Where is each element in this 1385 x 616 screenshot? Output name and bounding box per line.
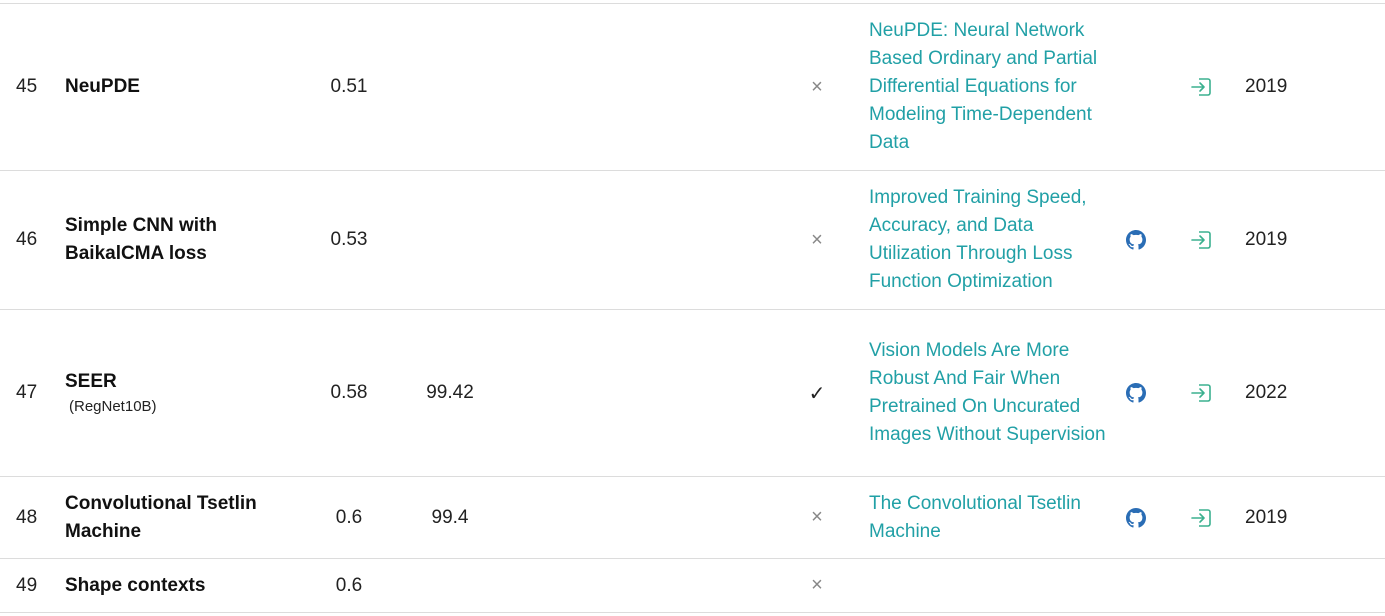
model-name: NeuPDE	[65, 76, 140, 97]
extra-data-no-icon: ×	[811, 574, 823, 596]
model-name: Shape contexts	[65, 574, 206, 596]
year-cell: 2019	[1245, 506, 1288, 528]
github-icon[interactable]	[1121, 477, 1151, 558]
table-row: 49 Shape contexts 0.6 ×	[0, 558, 1385, 613]
accuracy-cell	[410, 171, 490, 309]
results-icon[interactable]	[1187, 310, 1215, 476]
model-cell: NeuPDE	[65, 4, 305, 170]
rank-cell: 47	[16, 382, 38, 403]
model-cell: Simple CNN with BaikalCMA loss	[65, 171, 305, 309]
paper-cell	[869, 559, 1109, 612]
accuracy-cell	[410, 4, 490, 170]
table-row: 45 NeuPDE 0.51 × NeuPDE: Neural Network …	[0, 3, 1385, 170]
paper-cell: Improved Training Speed, Accuracy, and D…	[869, 171, 1109, 309]
paper-cell: Vision Models Are More Robust And Fair W…	[869, 310, 1109, 476]
paper-link[interactable]: Vision Models Are More Robust And Fair W…	[869, 337, 1109, 449]
rank-cell: 49	[16, 574, 38, 596]
model-cell: Convolutional Tsetlin Machine	[65, 477, 305, 558]
paper-cell: NeuPDE: Neural Network Based Ordinary an…	[869, 4, 1109, 170]
paper-link[interactable]: Improved Training Speed, Accuracy, and D…	[869, 184, 1109, 296]
model-cell: SEER (RegNet10B)	[65, 310, 305, 476]
results-icon[interactable]	[1187, 477, 1215, 558]
paper-cell: The Convolutional Tsetlin Machine	[869, 477, 1109, 558]
model-name: SEER	[65, 371, 117, 392]
rank-cell: 46	[16, 229, 38, 250]
table-row: 46 Simple CNN with BaikalCMA loss 0.53 ×…	[0, 170, 1385, 309]
accuracy-cell	[410, 559, 490, 612]
model-name: Simple CNN with BaikalCMA loss	[65, 215, 218, 264]
extra-data-yes-icon: ✓	[808, 382, 826, 405]
extra-data-no-icon: ×	[811, 506, 823, 528]
table-row: 48 Convolutional Tsetlin Machine 0.6 99.…	[0, 476, 1385, 558]
github-icon[interactable]	[1121, 310, 1151, 476]
year-cell: 2019	[1245, 229, 1288, 250]
github-icon[interactable]	[1121, 171, 1151, 309]
extra-data-no-icon: ×	[811, 75, 823, 98]
paper-link[interactable]: NeuPDE: Neural Network Based Ordinary an…	[869, 17, 1109, 157]
accuracy-cell: 99.42	[426, 382, 474, 403]
rank-cell: 48	[16, 506, 38, 528]
accuracy-cell: 99.4	[431, 506, 469, 528]
rank-cell: 45	[16, 76, 38, 97]
extra-data-no-icon: ×	[811, 228, 823, 251]
error-cell: 0.53	[330, 229, 368, 250]
results-icon[interactable]	[1187, 4, 1215, 170]
error-cell: 0.58	[330, 382, 368, 403]
error-cell: 0.6	[335, 506, 363, 528]
year-cell: 2022	[1245, 382, 1288, 403]
year-cell	[1245, 559, 1305, 612]
table-row: 47 SEER (RegNet10B) 0.58 99.42 ✓ Vision …	[0, 309, 1385, 476]
paper-link[interactable]: The Convolutional Tsetlin Machine	[869, 490, 1089, 546]
model-variant: (RegNet10B)	[69, 398, 157, 415]
model-name: Convolutional Tsetlin Machine	[65, 492, 257, 542]
error-cell: 0.51	[330, 76, 368, 97]
year-cell: 2019	[1245, 76, 1288, 97]
error-cell: 0.6	[335, 574, 363, 596]
results-icon[interactable]	[1187, 171, 1215, 309]
model-cell: Shape contexts	[65, 559, 305, 612]
